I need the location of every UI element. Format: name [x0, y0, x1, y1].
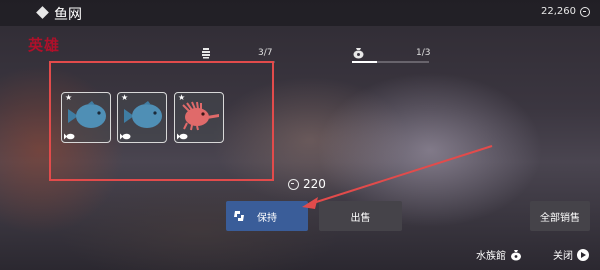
annotation-arrow [302, 145, 493, 209]
